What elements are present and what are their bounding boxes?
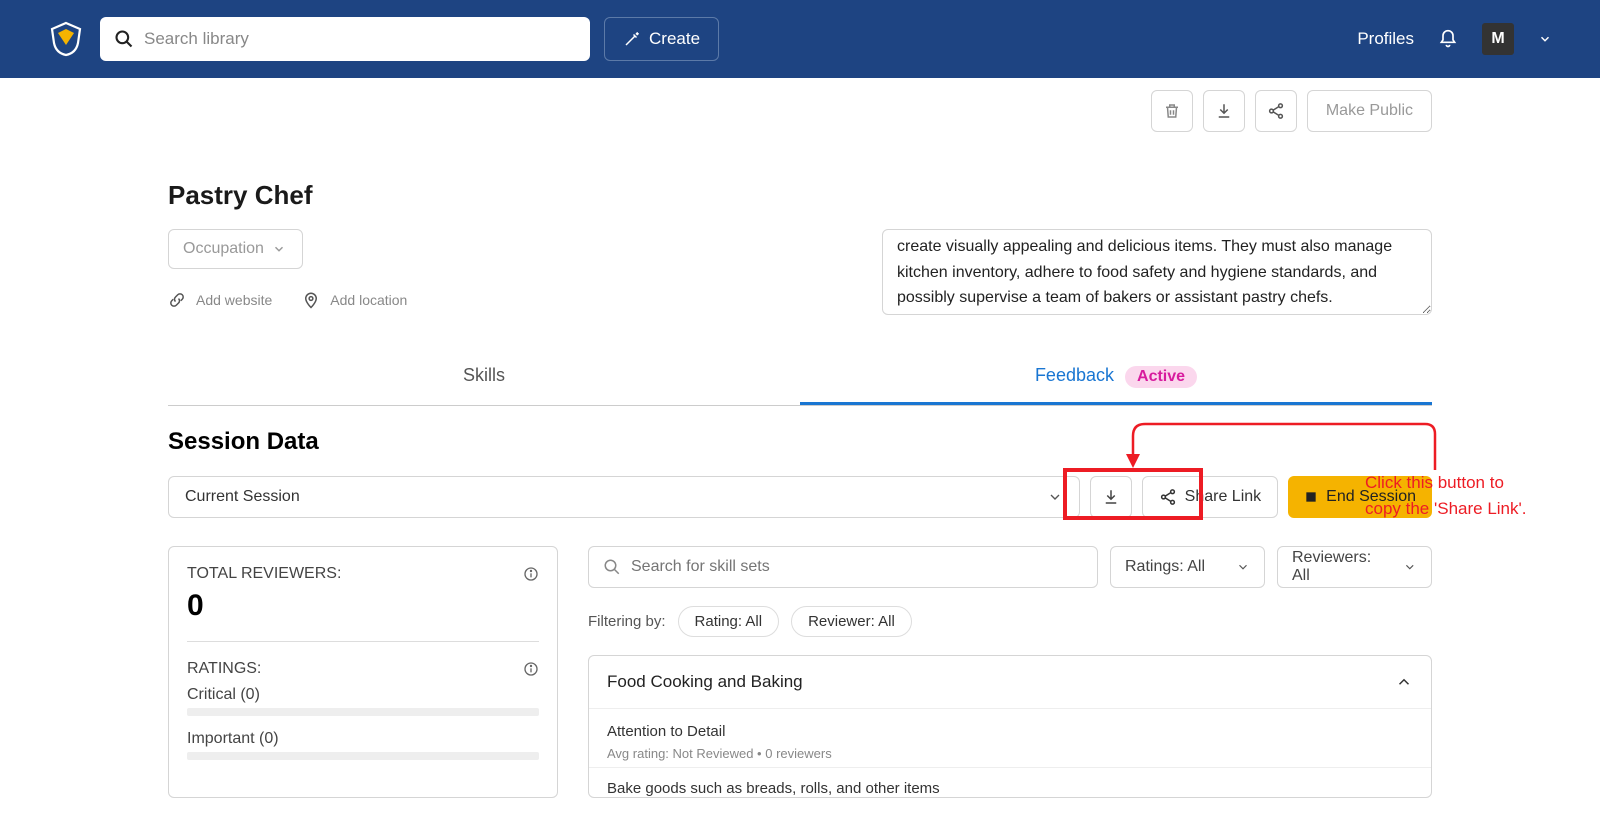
reviewers-filter[interactable]: Reviewers: All [1277,546,1432,588]
search-skills-input[interactable] [588,546,1098,588]
app-header: Create Profiles M [0,0,1600,78]
download-icon [1102,488,1120,506]
search-icon [114,29,134,49]
info-icon[interactable] [523,566,539,582]
tab-skills[interactable]: Skills [168,351,800,405]
tab-feedback[interactable]: Feedback Active [800,351,1432,405]
filter-chip-rating[interactable]: Rating: All [678,606,780,637]
info-icon[interactable] [523,661,539,677]
location-icon [302,291,320,309]
skill-card: Food Cooking and Baking Attention to Det… [588,655,1432,798]
download-icon [1215,102,1233,120]
search-input[interactable] [144,29,576,49]
stop-icon [1304,490,1318,504]
chevron-down-icon [272,242,286,256]
session-controls: Current Session Share Link End Session [168,476,1432,518]
chevron-down-icon [1047,489,1063,505]
share-icon [1267,102,1285,120]
filtering-by-row: Filtering by: Rating: All Reviewer: All [588,606,1432,637]
bell-icon[interactable] [1438,29,1458,49]
profile-tabs: Skills Feedback Active [168,351,1432,406]
total-reviewers-value: 0 [187,589,539,623]
rating-important-bar [187,752,539,760]
app-logo [48,21,84,57]
rating-critical-label: Critical (0) [187,686,539,704]
rating-critical-bar [187,708,539,716]
session-select[interactable]: Current Session [168,476,1080,518]
delete-button[interactable] [1151,90,1193,132]
share-icon [1159,488,1177,506]
download-session-button[interactable] [1090,476,1132,518]
filter-chip-reviewer[interactable]: Reviewer: All [791,606,912,637]
page-title: Pastry Chef [168,180,1432,211]
skill-item-meta: Avg rating: Not Reviewed • 0 reviewers [607,746,1413,761]
skill-item[interactable]: Attention to Detail Avg rating: Not Revi… [589,708,1431,767]
add-website-link[interactable]: Add website [168,291,272,309]
profile-action-bar: Make Public [168,90,1432,132]
ratings-filter[interactable]: Ratings: All [1110,546,1265,588]
profile-description[interactable]: create visually appealing and delicious … [882,229,1432,315]
rating-important-label: Important (0) [187,730,539,748]
skill-card-header[interactable]: Food Cooking and Baking [589,656,1431,708]
create-button[interactable]: Create [604,17,719,61]
download-button-top[interactable] [1203,90,1245,132]
share-button-top[interactable] [1255,90,1297,132]
skill-item[interactable]: Bake goods such as breads, rolls, and ot… [589,767,1431,797]
annotation-arrow [1115,418,1445,478]
search-library[interactable] [100,17,590,61]
add-location-link[interactable]: Add location [302,291,407,309]
user-avatar[interactable]: M [1482,23,1514,55]
link-icon [168,291,186,309]
chevron-down-icon [1403,560,1417,574]
skill-item-title: Attention to Detail [607,723,1413,740]
occupation-select[interactable]: Occupation [168,229,303,269]
magic-wand-icon [623,30,641,48]
reviewer-stats-panel: TOTAL REVIEWERS: 0 RATINGS: Critical (0)… [168,546,558,798]
annotation-text: Click this button to copy the 'Share Lin… [1365,470,1535,521]
chevron-down-icon [1236,560,1250,574]
ratings-label: RATINGS: [187,660,539,678]
share-link-button[interactable]: Share Link [1142,476,1279,518]
make-public-button[interactable]: Make Public [1307,90,1432,132]
total-reviewers-label: TOTAL REVIEWERS: [187,565,539,583]
active-badge: Active [1125,366,1197,388]
trash-icon [1163,102,1181,120]
profiles-link[interactable]: Profiles [1357,29,1414,49]
chevron-down-icon[interactable] [1538,32,1552,46]
chevron-up-icon [1395,673,1413,691]
search-icon [603,558,621,576]
